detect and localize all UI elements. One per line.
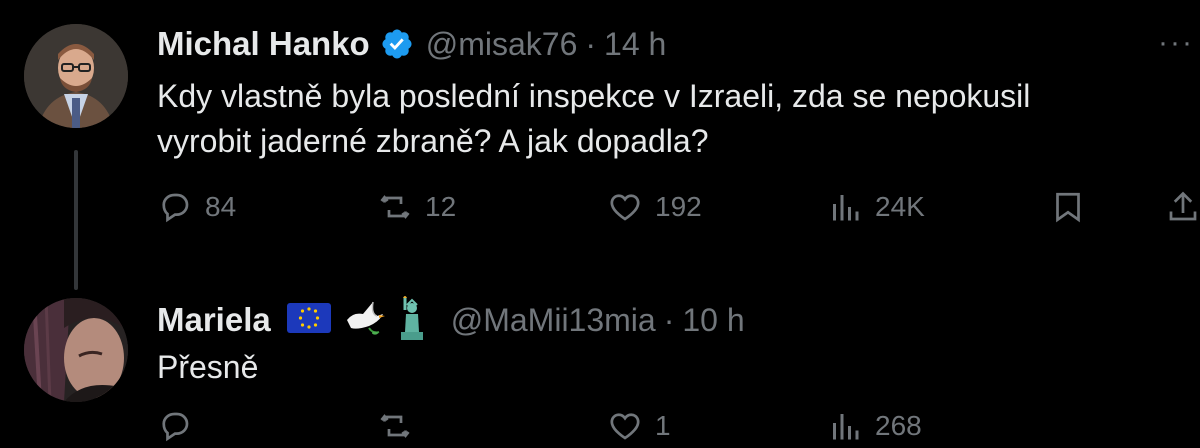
repost-button[interactable]: 12 [377, 189, 456, 225]
avatar-image [24, 24, 128, 128]
reply-button[interactable] [157, 408, 205, 444]
bookmark-button[interactable] [1050, 189, 1098, 225]
share-icon [1169, 191, 1197, 221]
views-button[interactable]: 268 [827, 408, 922, 444]
repost-icon [380, 414, 410, 438]
avatar[interactable] [24, 298, 128, 402]
reply-count: 84 [205, 191, 237, 222]
timestamp[interactable]: 14 h [604, 26, 666, 63]
tweet-text: Přesně [157, 349, 259, 385]
dove-icon [343, 298, 385, 343]
separator: · [663, 301, 675, 338]
heart-icon [610, 413, 640, 440]
display-name[interactable]: Mariela [157, 301, 271, 339]
like-count: 192 [655, 191, 702, 222]
views-icon [833, 195, 859, 221]
views-count: 24K [875, 191, 925, 222]
tweet-header: Michal Hanko @misak76 · 14 h [157, 24, 666, 64]
repost-count: 12 [425, 191, 457, 222]
repost-button[interactable] [377, 408, 425, 444]
tweet-text: Kdy vlastně byla poslední inspekce v Izr… [157, 74, 1030, 164]
reply-button[interactable]: 84 [157, 189, 236, 225]
separator: · [585, 25, 597, 62]
reply-icon [162, 412, 189, 442]
timestamp[interactable]: 10 h [682, 302, 744, 339]
tweet-header: Mariela @MaMii13mia · 10 h [157, 295, 745, 343]
handle[interactable]: @MaMii13mia [451, 302, 656, 339]
like-count: 1 [655, 410, 671, 441]
display-name[interactable]: Michal Hanko [157, 25, 370, 63]
tweet[interactable]: Michal Hanko @misak76 · 14 h ··· Kdy vla… [0, 0, 1200, 290]
repost-icon [380, 195, 410, 219]
avatar[interactable] [24, 24, 128, 128]
thread-connector [74, 150, 78, 290]
like-button[interactable]: 1 [607, 408, 671, 444]
views-button[interactable]: 24K [827, 189, 925, 225]
reply-icon [162, 193, 189, 223]
heart-icon [610, 194, 640, 221]
tweet-text-line: vyrobit jaderné zbraně? A jak dopadla? [157, 123, 709, 159]
tweet-actions: 84 12 192 24K [157, 189, 1200, 229]
statue-of-liberty-icon [397, 295, 427, 345]
handle[interactable]: @misak76 [426, 26, 578, 63]
tweet-text-line: Kdy vlastně byla poslední inspekce v Izr… [157, 78, 1031, 114]
tweet-actions: 1 268 [157, 408, 1200, 448]
views-icon [833, 414, 859, 440]
views-count: 268 [875, 410, 922, 441]
avatar-image [24, 298, 128, 402]
share-button[interactable] [1165, 189, 1200, 225]
tweet[interactable]: Mariela @MaMii13mia · 10 h Přesně 1 268 [0, 290, 1200, 442]
more-options-icon[interactable]: ··· [1158, 26, 1194, 60]
eu-flag-icon [286, 302, 331, 338]
like-button[interactable]: 192 [607, 189, 702, 225]
bookmark-icon [1056, 192, 1080, 223]
verified-badge-icon[interactable] [380, 27, 414, 61]
